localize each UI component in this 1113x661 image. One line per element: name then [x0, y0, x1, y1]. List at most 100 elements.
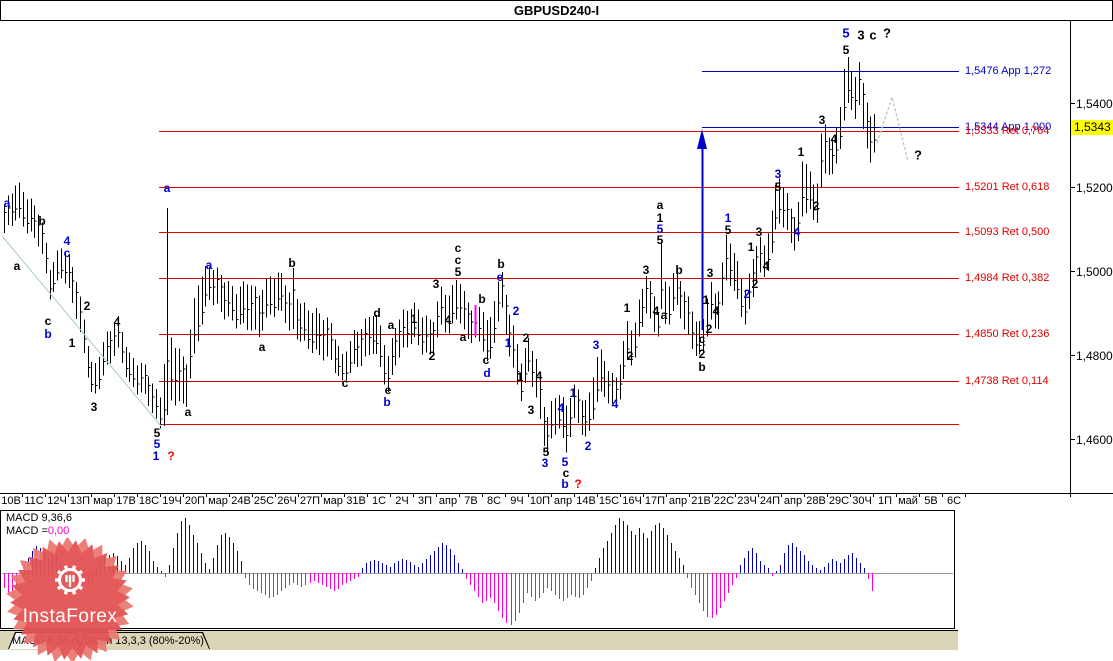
- wave-label: 3: [90, 400, 98, 414]
- macd-panel-frame: [0, 510, 955, 629]
- fib-label: 1,4984 Ret 0,382: [965, 271, 1050, 284]
- chart-title: GBPUSD240-I: [513, 3, 600, 18]
- wave-label: 1: [504, 336, 512, 350]
- wave-label: a: [656, 198, 664, 212]
- fib-label: 1,4738 Ret 0,114: [965, 374, 1049, 387]
- wave-label: 1: [410, 312, 418, 326]
- wave-label: 3: [706, 266, 714, 280]
- instaforex-logo: InstaForex: [4, 536, 136, 661]
- wave-label: b: [561, 477, 569, 491]
- instaforex-starburst: [6, 536, 134, 661]
- wave-label: d: [483, 366, 491, 380]
- wave-label: 4: [830, 132, 838, 146]
- wave-label: 5: [842, 43, 850, 57]
- wave-label: 2: [626, 349, 634, 363]
- wave-label: 2: [428, 349, 436, 363]
- wave-label: 2: [83, 299, 91, 313]
- wave-label: 5: [656, 233, 664, 247]
- wave-label: c: [869, 27, 877, 43]
- macd-legend-line2: MACD =0,00: [6, 525, 69, 537]
- wave-label: 3: [774, 167, 782, 181]
- price-axis-label: 1,5400: [1076, 96, 1113, 111]
- macd-legend-label: MACD =: [6, 525, 48, 537]
- wave-label: b: [675, 263, 683, 277]
- price-axis-label: 1,5000: [1076, 264, 1113, 279]
- wave-label: 5: [842, 25, 850, 41]
- wave-label: 3: [642, 263, 650, 277]
- fib-label: 1,5093 Ret 0,500: [965, 225, 1050, 238]
- down-trendline: [1, 235, 162, 427]
- wave-label: b: [288, 256, 296, 270]
- wave-label: ?: [574, 477, 582, 491]
- wave-label: 4: [444, 313, 452, 327]
- wave-label: a: [387, 318, 395, 332]
- projection-zigzag: [876, 94, 909, 162]
- wave-label: b: [44, 327, 52, 341]
- price-bars: [4, 56, 877, 454]
- wave-label: 4: [535, 369, 543, 383]
- wave-label: 3: [541, 456, 549, 470]
- wave-label: ?: [883, 25, 891, 41]
- wave-label: b: [478, 292, 486, 306]
- chart-canvas[interactable]: [0, 0, 1113, 661]
- wave-label: a: [258, 340, 266, 354]
- current-price-badge: 1,5343: [1071, 120, 1113, 135]
- wave-label: a: [205, 258, 213, 272]
- macd-current-value: 0,00: [47, 525, 70, 537]
- fib-label: 1,5201 Ret 0,618: [965, 180, 1050, 193]
- date-label: 6С: [946, 495, 962, 507]
- wave-label: c: [482, 353, 490, 367]
- wave-label: 3: [818, 113, 826, 127]
- wave-label: c: [63, 246, 71, 260]
- fib-label: 1,4850 Ret 0,236: [965, 327, 1050, 340]
- terminal-window: GBPUSD240-I 1,5343 MACD 9,36,6 MACD =0,0…: [0, 0, 1113, 661]
- wave-label: 4: [762, 259, 770, 273]
- macd-histogram: [0, 510, 955, 629]
- wave-label: 1: [623, 301, 631, 315]
- instaforex-brand-text: InstaForex: [22, 606, 118, 627]
- wave-label: a: [184, 405, 192, 419]
- wave-label: 2: [751, 277, 759, 291]
- indicator-tab-bar: MACD 9,36,6Stoch 13,3,3 (80%-20%): [0, 630, 958, 650]
- wave-label: a: [3, 196, 11, 210]
- wave-label: ?: [914, 147, 922, 163]
- wave-label: d: [373, 306, 381, 320]
- wave-label: 2: [512, 304, 520, 318]
- wave-label: a: [163, 181, 171, 195]
- wave-label: 4: [652, 304, 660, 318]
- wave-label: b: [698, 360, 706, 374]
- wave-label: 3: [432, 277, 440, 291]
- wave-label: b: [383, 395, 391, 409]
- wave-label: a: [660, 308, 668, 322]
- macd-legend-line1: MACD 9,36,6: [6, 512, 73, 524]
- wave-label: 2: [705, 322, 713, 336]
- wave-label: 2: [522, 331, 530, 345]
- price-axis-label: 1,5200: [1076, 180, 1113, 195]
- wave-label: 1: [702, 293, 710, 307]
- wave-label: 1: [152, 449, 160, 463]
- wave-label: ?: [167, 449, 175, 463]
- wave-label: b: [38, 214, 46, 228]
- wave-label: 3: [592, 338, 600, 352]
- wave-label: c: [44, 314, 52, 328]
- wave-label: c: [341, 376, 349, 390]
- wave-label: 3: [755, 225, 763, 239]
- chart-title-bar: GBPUSD240-I: [0, 0, 1113, 21]
- wave-label: 3: [857, 27, 865, 43]
- wave-label: 4: [557, 401, 565, 415]
- fib-label: 1,5333 Ret 0,764: [965, 124, 1050, 137]
- wave-label: 2: [584, 439, 592, 453]
- wave-label: c: [698, 332, 706, 346]
- wave-label: 1: [68, 336, 76, 350]
- wave-label: 4: [113, 315, 121, 329]
- wave-label: 1: [747, 240, 755, 254]
- wave-label: 1: [516, 370, 524, 384]
- wave-label: 1: [569, 386, 577, 400]
- wave-label: 3: [527, 403, 535, 417]
- wave-label: a: [459, 330, 467, 344]
- wave-label: 5: [454, 265, 462, 279]
- wave-label: a: [13, 259, 21, 273]
- wave-label: 5: [724, 223, 732, 237]
- axis-lines: [0, 20, 1113, 497]
- price-axis-label: 1,4600: [1076, 432, 1113, 447]
